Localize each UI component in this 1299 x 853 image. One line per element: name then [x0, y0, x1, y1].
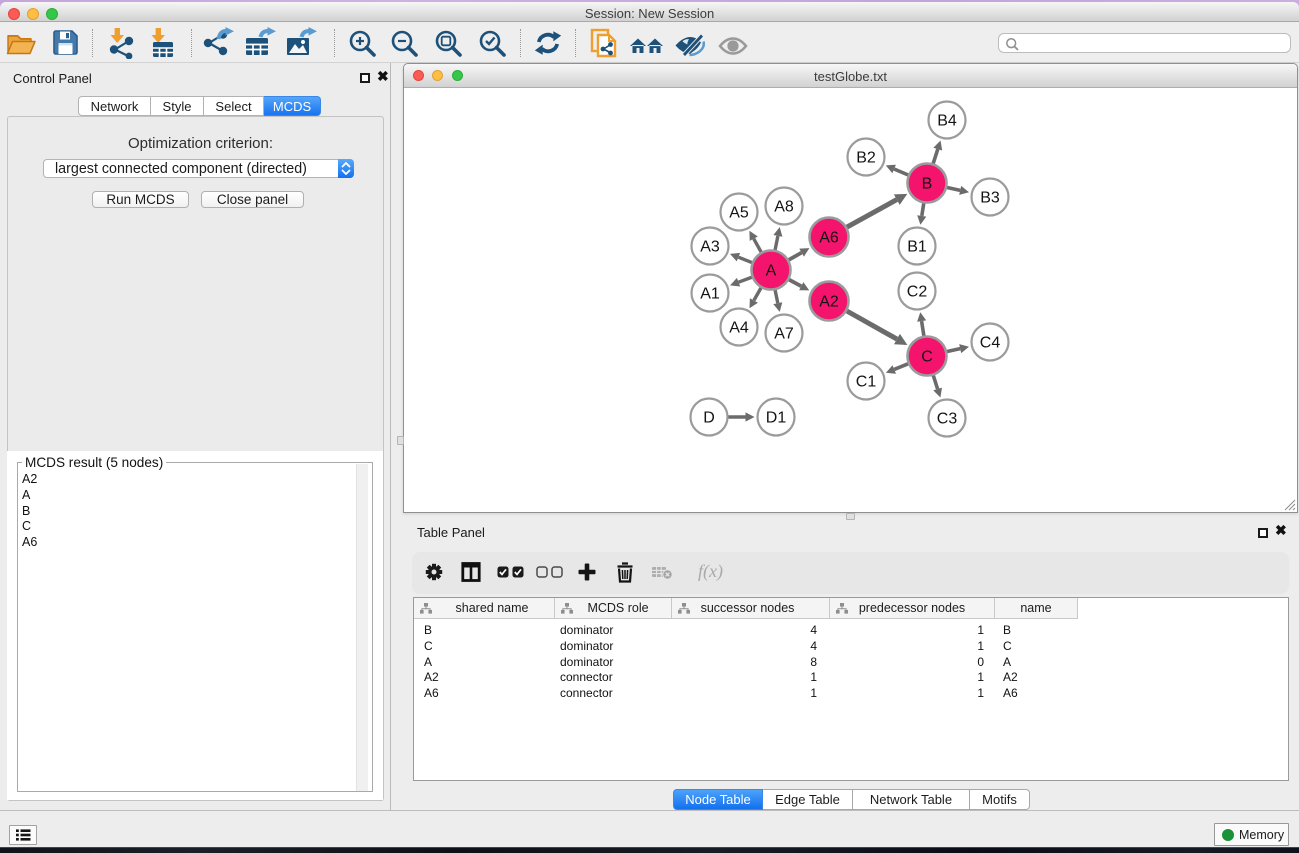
svg-text:A2: A2 — [819, 294, 839, 311]
svg-text:B: B — [922, 176, 933, 193]
svg-text:C: C — [921, 349, 933, 366]
svg-text:D: D — [703, 410, 715, 427]
svg-text:A7: A7 — [774, 326, 794, 343]
svg-text:A5: A5 — [729, 205, 749, 222]
svg-text:A: A — [766, 263, 777, 280]
svg-text:C2: C2 — [907, 284, 928, 301]
svg-text:A1: A1 — [700, 286, 720, 303]
svg-text:B4: B4 — [937, 113, 957, 130]
svg-text:C1: C1 — [856, 374, 877, 391]
svg-text:A6: A6 — [819, 230, 839, 247]
svg-text:D1: D1 — [766, 410, 787, 427]
svg-text:A3: A3 — [700, 239, 720, 256]
svg-text:C4: C4 — [980, 335, 1001, 352]
svg-text:A8: A8 — [774, 199, 794, 216]
svg-text:B3: B3 — [980, 190, 1000, 207]
svg-text:B1: B1 — [907, 239, 927, 256]
svg-text:C3: C3 — [937, 411, 958, 428]
svg-text:A4: A4 — [729, 320, 749, 337]
svg-text:B2: B2 — [856, 150, 876, 167]
